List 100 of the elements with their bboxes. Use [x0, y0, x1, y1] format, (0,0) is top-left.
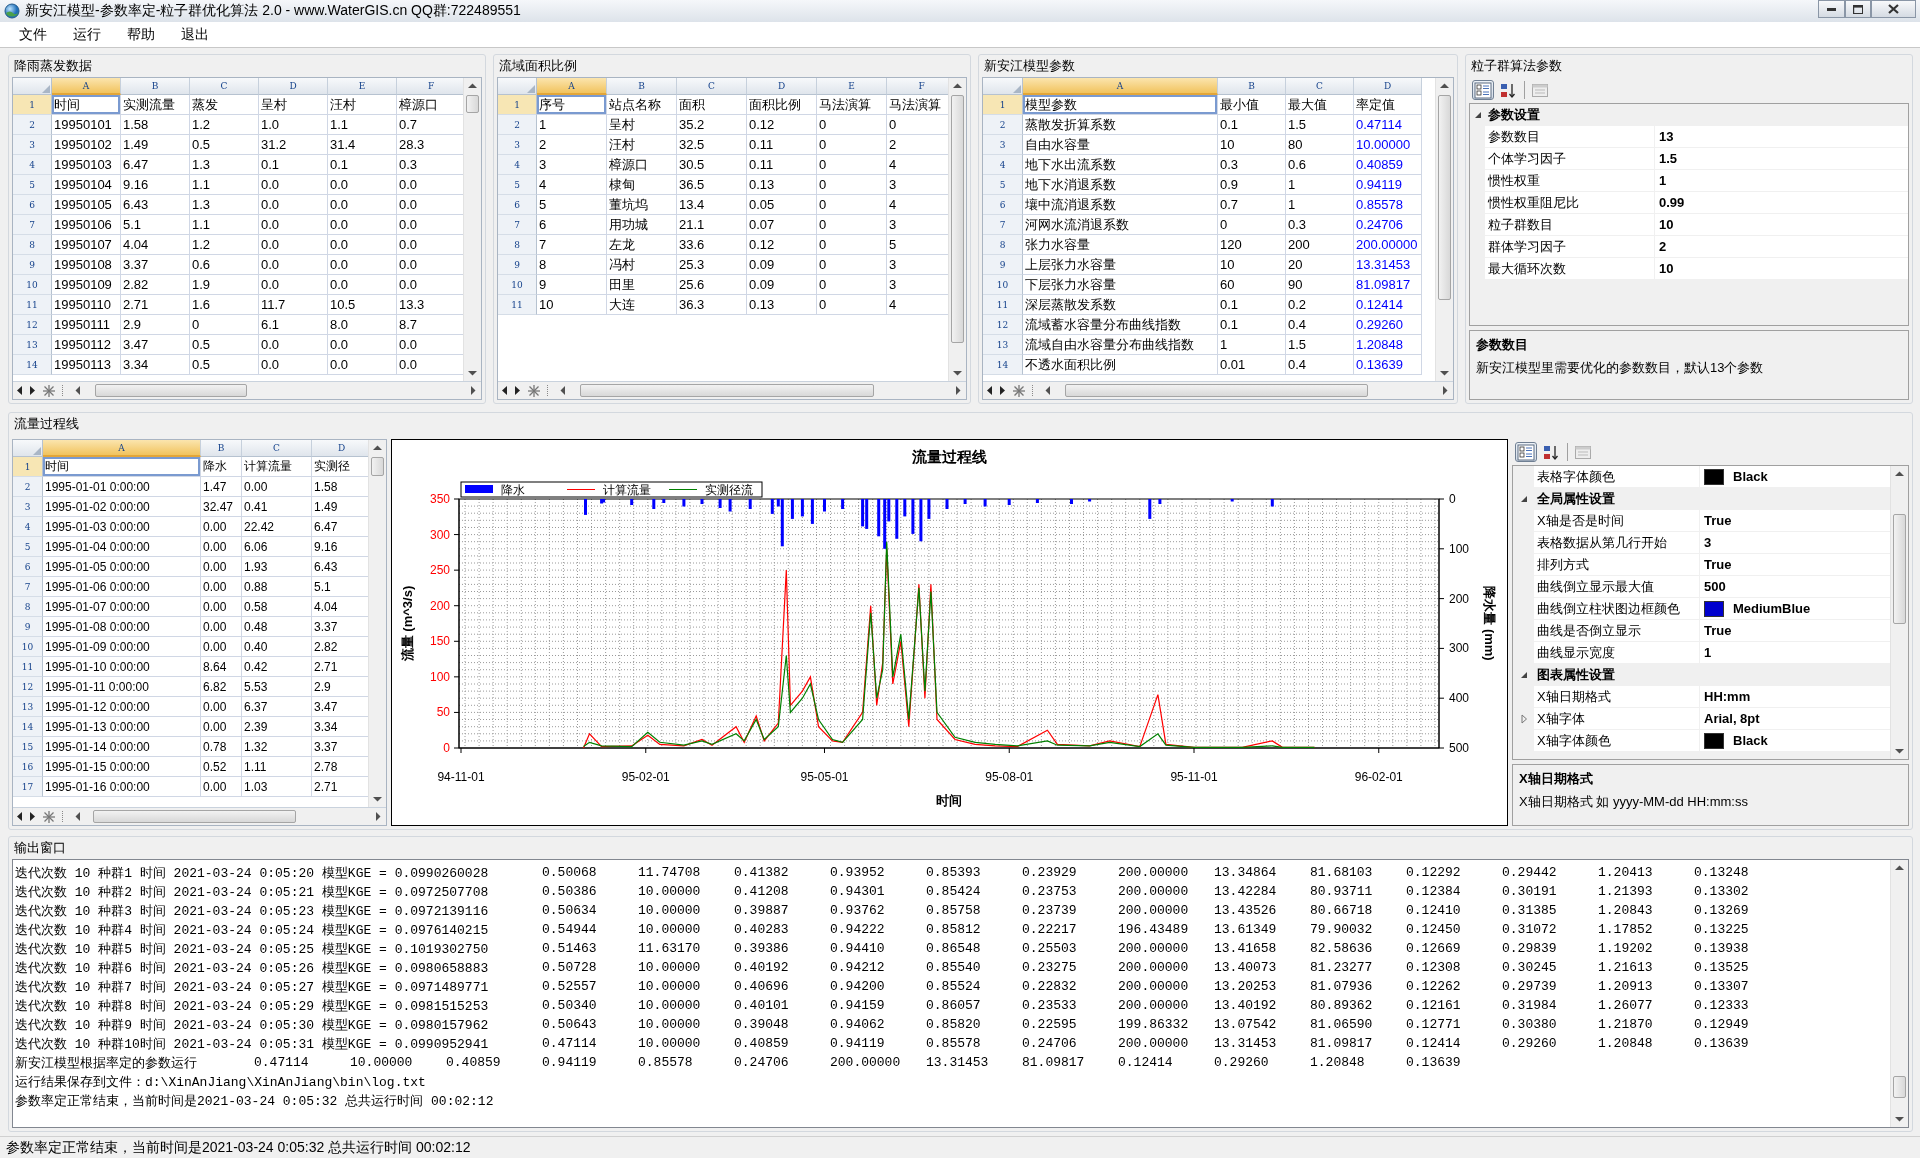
row-header[interactable]: 6	[498, 195, 537, 215]
property-name[interactable]: 惯性权重	[1485, 170, 1655, 192]
scrollbar-thumb[interactable]	[466, 95, 479, 113]
property-name[interactable]: 曲线倒立显示最大值	[1534, 576, 1700, 598]
property-value[interactable]: 10	[1659, 261, 1674, 276]
column-header[interactable]: C	[190, 78, 259, 95]
row-header[interactable]: 3	[13, 497, 43, 517]
vertical-scrollbar[interactable]	[948, 78, 966, 381]
scrollbar-thumb[interactable]	[579, 384, 874, 397]
row-header[interactable]: 11	[498, 295, 537, 315]
row-header[interactable]: 10	[983, 275, 1023, 295]
vertical-scrollbar[interactable]	[1890, 860, 1908, 1127]
column-header[interactable]: C	[242, 440, 312, 457]
property-name[interactable]: 曲线显示宽度	[1534, 642, 1700, 664]
row-header[interactable]: 5	[13, 537, 43, 557]
column-header[interactable]: C	[1286, 78, 1354, 95]
row-header[interactable]: 5	[498, 175, 537, 195]
new-sheet-icon[interactable]	[41, 382, 57, 399]
row-header[interactable]: 14	[983, 355, 1023, 375]
row-header[interactable]: 8	[983, 235, 1023, 255]
column-header[interactable]: A	[43, 440, 201, 457]
row-header[interactable]: 9	[13, 617, 43, 637]
property-name[interactable]: X轴字体	[1534, 708, 1700, 730]
row-header[interactable]: 15	[13, 737, 43, 757]
close-button[interactable]	[1871, 0, 1916, 18]
row-header[interactable]: 4	[983, 155, 1023, 175]
row-header[interactable]: 2	[498, 115, 537, 135]
row-header[interactable]: 10	[498, 275, 537, 295]
row-header[interactable]: 11	[13, 295, 52, 315]
property-name[interactable]: 最大循环次数	[1485, 258, 1655, 280]
new-sheet-icon[interactable]	[41, 808, 57, 825]
scrollbar-thumb[interactable]	[371, 457, 384, 476]
scrollbar-thumb[interactable]	[1064, 384, 1369, 397]
property-name[interactable]: 惯性权重阻尼比	[1485, 192, 1655, 214]
row-header[interactable]: 7	[498, 215, 537, 235]
column-header[interactable]: D	[259, 78, 328, 95]
maximize-button[interactable]	[1845, 0, 1871, 18]
row-header[interactable]: 1	[13, 95, 52, 115]
menu-item[interactable]: 退出	[168, 22, 222, 47]
property-value[interactable]: True	[1704, 623, 1732, 638]
new-sheet-icon[interactable]	[526, 382, 542, 399]
row-header[interactable]: 14	[13, 355, 52, 375]
property-value[interactable]: Black	[1733, 469, 1768, 484]
property-value[interactable]: HH:mm	[1704, 689, 1751, 704]
column-header[interactable]: F	[397, 78, 463, 95]
property-value[interactable]: 500	[1704, 579, 1726, 594]
row-header[interactable]: 2	[13, 115, 52, 135]
row-header[interactable]: 13	[13, 335, 52, 355]
column-header[interactable]: B	[607, 78, 677, 95]
property-name[interactable]: 曲线是否倒立显示	[1534, 620, 1700, 642]
row-header[interactable]: 9	[13, 255, 52, 275]
row-header[interactable]: 1	[13, 457, 43, 477]
property-value[interactable]: 10	[1659, 217, 1674, 232]
row-header[interactable]: 1	[498, 95, 537, 115]
property-value[interactable]: 1	[1659, 173, 1667, 188]
categorized-view-button[interactable]	[1472, 80, 1494, 100]
row-header[interactable]: 8	[13, 597, 43, 617]
column-header[interactable]: A	[52, 78, 121, 95]
minimize-button[interactable]	[1818, 0, 1845, 18]
row-header[interactable]: 10	[13, 275, 52, 295]
property-name[interactable]: 表格数据从第几行开始	[1534, 532, 1700, 554]
property-value[interactable]: 2	[1659, 239, 1667, 254]
new-sheet-icon[interactable]	[1011, 382, 1027, 399]
menu-item[interactable]: 文件	[6, 22, 60, 47]
row-header[interactable]: 9	[983, 255, 1023, 275]
property-name[interactable]: 参数数目	[1485, 126, 1655, 148]
column-header[interactable]: D	[747, 78, 817, 95]
vertical-scrollbar[interactable]	[368, 440, 386, 807]
row-header[interactable]: 7	[983, 215, 1023, 235]
column-header[interactable]: B	[201, 440, 242, 457]
row-header[interactable]: 3	[13, 135, 52, 155]
row-header[interactable]: 5	[13, 175, 52, 195]
property-value[interactable]: 3	[1704, 535, 1712, 550]
row-header[interactable]: 1	[983, 95, 1023, 115]
row-header[interactable]: 14	[13, 717, 43, 737]
property-value[interactable]: True	[1704, 557, 1732, 572]
row-header[interactable]: 7	[13, 215, 52, 235]
row-header[interactable]: 4	[13, 155, 52, 175]
column-header[interactable]: F	[887, 78, 948, 95]
row-header[interactable]: 16	[13, 757, 43, 777]
column-header[interactable]: A	[1023, 78, 1218, 95]
row-header[interactable]: 3	[983, 135, 1023, 155]
property-name[interactable]: X轴字体颜色	[1534, 730, 1700, 752]
row-header[interactable]: 11	[13, 657, 43, 677]
vertical-scrollbar[interactable]	[1890, 466, 1908, 759]
property-value[interactable]: 1	[1704, 645, 1712, 660]
row-header[interactable]: 12	[983, 315, 1023, 335]
property-value[interactable]: 1.5	[1659, 151, 1678, 166]
property-value[interactable]: Black	[1733, 733, 1768, 748]
row-header[interactable]: 5	[983, 175, 1023, 195]
menu-item[interactable]: 运行	[60, 22, 114, 47]
row-header[interactable]: 12	[13, 677, 43, 697]
property-name[interactable]: 表格字体颜色	[1534, 466, 1700, 488]
property-name[interactable]: 粒子群数目	[1485, 214, 1655, 236]
row-header[interactable]: 6	[983, 195, 1023, 215]
row-header[interactable]: 3	[498, 135, 537, 155]
property-value[interactable]: 0.99	[1659, 195, 1685, 210]
scrollbar-thumb[interactable]	[1438, 95, 1451, 300]
column-header[interactable]: C	[677, 78, 747, 95]
row-header[interactable]: 4	[13, 517, 43, 537]
